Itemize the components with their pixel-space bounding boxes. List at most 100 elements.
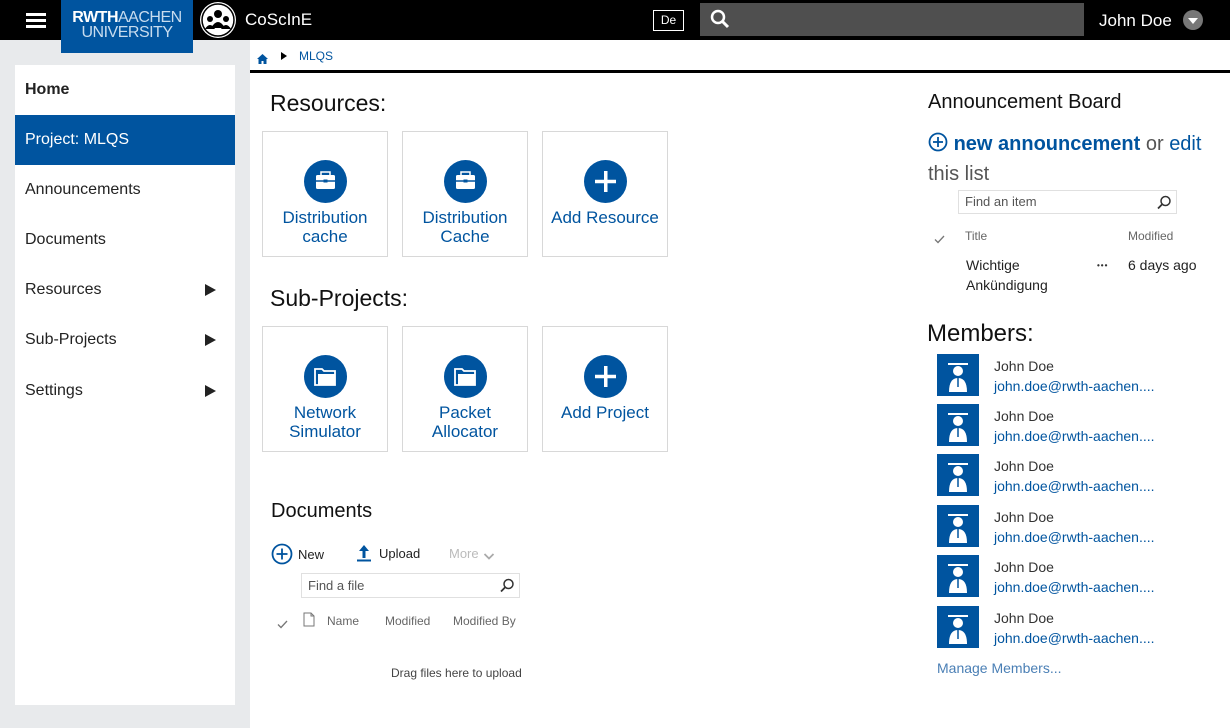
tile-label: Packet Allocator xyxy=(431,403,499,441)
member-name: John Doe xyxy=(994,358,1054,374)
sidebar-item-project[interactable]: Project: MLQS xyxy=(15,115,235,165)
sidebar-item-documents[interactable]: Documents xyxy=(15,215,235,265)
app-name[interactable]: CoScInE xyxy=(245,10,312,30)
member-name: John Doe xyxy=(994,509,1054,525)
user-menu-caret-icon[interactable] xyxy=(1183,10,1203,30)
language-toggle-button[interactable]: De xyxy=(653,10,684,31)
documents-title: Documents xyxy=(271,500,373,522)
rwth-logo[interactable]: RWTHAACHEN UNIVERSITY xyxy=(61,0,193,53)
sidebar-item-home[interactable]: Home xyxy=(15,65,235,115)
home-icon[interactable] xyxy=(257,51,268,69)
search-icon xyxy=(710,9,730,34)
resources-title: Resources: xyxy=(270,90,387,116)
new-announcement-link[interactable]: new announcement xyxy=(954,133,1141,155)
announcement-board-title: Announcement Board xyxy=(928,91,1122,113)
sidebar-item-label: Sub-Projects xyxy=(25,331,117,348)
member-avatar-icon xyxy=(937,606,979,648)
member-email-link[interactable]: john.doe@rwth-aachen.... xyxy=(994,579,1155,595)
plus-icon xyxy=(584,160,627,203)
tile-label: Distribution cache xyxy=(282,208,368,246)
column-header-title[interactable]: Title xyxy=(965,229,987,243)
tile-label: Distribution Cache xyxy=(422,208,508,246)
expand-arrow-icon[interactable] xyxy=(205,385,216,397)
global-search-input[interactable] xyxy=(700,3,1084,36)
subproject-tile[interactable]: Packet Allocator xyxy=(402,326,528,452)
briefcase-icon xyxy=(304,160,347,203)
member-item: John Doe john.doe@rwth-aachen.... xyxy=(937,606,1217,650)
member-name: John Doe xyxy=(994,458,1054,474)
select-all-check-icon[interactable] xyxy=(934,231,945,249)
user-menu-name[interactable]: John Doe xyxy=(1099,11,1172,31)
select-all-check-icon[interactable] xyxy=(277,616,288,634)
column-header-modified[interactable]: Modified xyxy=(1128,229,1173,243)
member-name: John Doe xyxy=(994,408,1054,424)
column-header-modified[interactable]: Modified xyxy=(385,614,430,628)
find-item-input[interactable]: Find an item xyxy=(958,190,1177,214)
folder-icon xyxy=(304,355,347,398)
item-options-icon[interactable]: ••• xyxy=(1097,261,1108,270)
member-email-link[interactable]: john.doe@rwth-aachen.... xyxy=(994,378,1155,394)
folder-icon xyxy=(444,355,487,398)
manage-members-link[interactable]: Manage Members... xyxy=(937,660,1062,676)
sidebar-nav: Home Project: MLQS Announcements Documen… xyxy=(15,65,235,705)
member-avatar-icon xyxy=(937,354,979,396)
expand-arrow-icon[interactable] xyxy=(205,334,216,346)
subprojects-title: Sub-Projects: xyxy=(270,285,409,311)
sidebar-item-label: Settings xyxy=(25,382,83,399)
file-type-icon xyxy=(303,612,315,632)
search-icon[interactable] xyxy=(1157,195,1172,215)
edit-list-link[interactable]: edit xyxy=(1169,133,1201,155)
add-project-tile[interactable]: Add Project xyxy=(542,326,668,452)
member-name: John Doe xyxy=(994,559,1054,575)
breadcrumb-project-link[interactable]: MLQS xyxy=(299,49,333,63)
or-text: or xyxy=(1145,133,1164,155)
coscine-logo-icon[interactable] xyxy=(200,2,236,38)
member-item: John Doe john.doe@rwth-aachen.... xyxy=(937,354,1217,398)
search-icon[interactable] xyxy=(500,578,515,598)
member-email-link[interactable]: john.doe@rwth-aachen.... xyxy=(994,428,1155,444)
new-document-plus-icon[interactable] xyxy=(271,543,293,570)
subproject-tile[interactable]: Network Simulator xyxy=(262,326,388,452)
member-item: John Doe john.doe@rwth-aachen.... xyxy=(937,404,1217,448)
add-resource-tile[interactable]: Add Resource xyxy=(542,131,668,257)
plus-icon xyxy=(584,355,627,398)
chevron-down-icon[interactable] xyxy=(483,548,495,566)
sidebar-item-settings[interactable]: Settings xyxy=(15,366,235,416)
announcement-title-link[interactable]: Wichtige Ankündigung xyxy=(966,255,1086,295)
resource-tile[interactable]: Distribution cache xyxy=(262,131,388,257)
member-avatar-icon xyxy=(937,505,979,547)
member-name: John Doe xyxy=(994,610,1054,626)
column-header-name[interactable]: Name xyxy=(327,614,359,628)
upload-button[interactable]: Upload xyxy=(379,546,420,561)
member-email-link[interactable]: john.doe@rwth-aachen.... xyxy=(994,478,1155,494)
expand-arrow-icon[interactable] xyxy=(205,284,216,296)
sidebar-item-announcements[interactable]: Announcements xyxy=(15,165,235,215)
drag-upload-hint: Drag files here to upload xyxy=(391,666,522,680)
announcement-actions: new announcement or edit this list xyxy=(928,130,1218,188)
upload-icon[interactable] xyxy=(356,544,372,567)
member-item: John Doe john.doe@rwth-aachen.... xyxy=(937,505,1217,549)
column-header-modified-by[interactable]: Modified By xyxy=(453,614,516,628)
announcement-modified: 6 days ago xyxy=(1128,257,1197,273)
menu-icon[interactable] xyxy=(20,10,52,32)
more-button[interactable]: More xyxy=(449,546,479,561)
breadcrumb-separator-icon xyxy=(281,52,287,60)
member-avatar-icon xyxy=(937,454,979,496)
resource-tile[interactable]: Distribution Cache xyxy=(402,131,528,257)
sidebar-item-sub-projects[interactable]: Sub-Projects xyxy=(15,315,235,365)
tile-label: Add Project xyxy=(561,403,649,422)
member-email-link[interactable]: john.doe@rwth-aachen.... xyxy=(994,529,1155,545)
member-item: John Doe john.doe@rwth-aachen.... xyxy=(937,454,1217,498)
sidebar-item-label: Resources xyxy=(25,281,102,298)
find-file-input[interactable]: Find a file xyxy=(301,573,520,598)
tile-label: Add Resource xyxy=(551,208,659,227)
edit-list-suffix: this list xyxy=(928,163,990,185)
sidebar-item-resources[interactable]: Resources xyxy=(15,265,235,315)
member-email-link[interactable]: john.doe@rwth-aachen.... xyxy=(994,630,1155,646)
breadcrumb: MLQS xyxy=(250,40,1230,73)
member-avatar-icon xyxy=(937,404,979,446)
new-document-button[interactable]: New xyxy=(298,547,324,562)
add-announcement-circle-plus-icon[interactable] xyxy=(928,132,948,160)
briefcase-icon xyxy=(444,160,487,203)
tile-label: Network Simulator xyxy=(289,403,361,441)
